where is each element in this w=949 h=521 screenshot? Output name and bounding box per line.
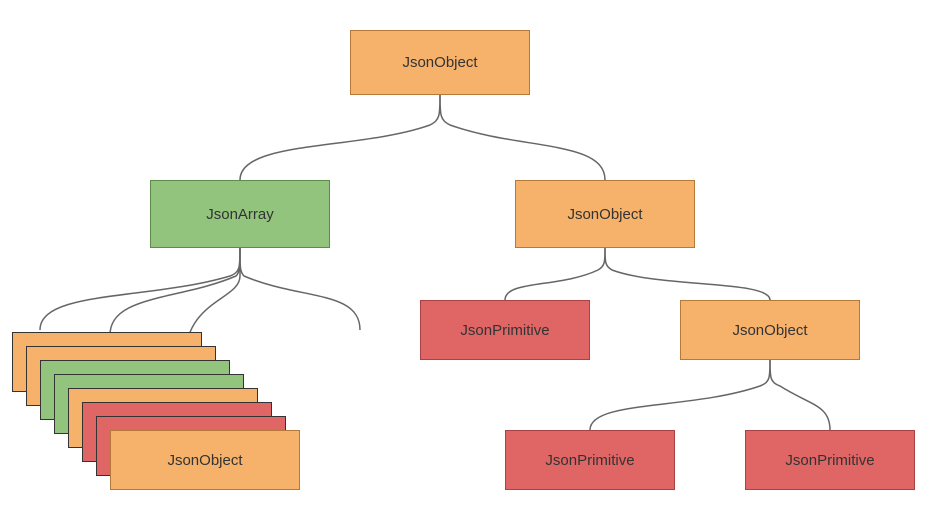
json-array-label: JsonArray	[206, 206, 274, 223]
json-array: JsonArray	[150, 180, 330, 248]
right-jsonobject-l3-label: JsonObject	[732, 322, 807, 339]
right-jsonobject-l2-label: JsonObject	[567, 206, 642, 223]
json-primitive-l3: JsonPrimitive	[420, 300, 590, 360]
right-jsonobject-l2: JsonObject	[515, 180, 695, 248]
json-primitive-l4b: JsonPrimitive	[745, 430, 915, 490]
root-label: JsonObject	[402, 54, 477, 71]
right-jsonobject-l3: JsonObject	[680, 300, 860, 360]
json-primitive-l4b-label: JsonPrimitive	[785, 452, 874, 469]
json-primitive-l4a-label: JsonPrimitive	[545, 452, 634, 469]
array-front-label: JsonObject	[167, 452, 242, 469]
json-primitive-l3-label: JsonPrimitive	[460, 322, 549, 339]
array-front-jsonobject: JsonObject	[110, 430, 300, 490]
json-primitive-l4a: JsonPrimitive	[505, 430, 675, 490]
root-jsonobject: JsonObject	[350, 30, 530, 95]
